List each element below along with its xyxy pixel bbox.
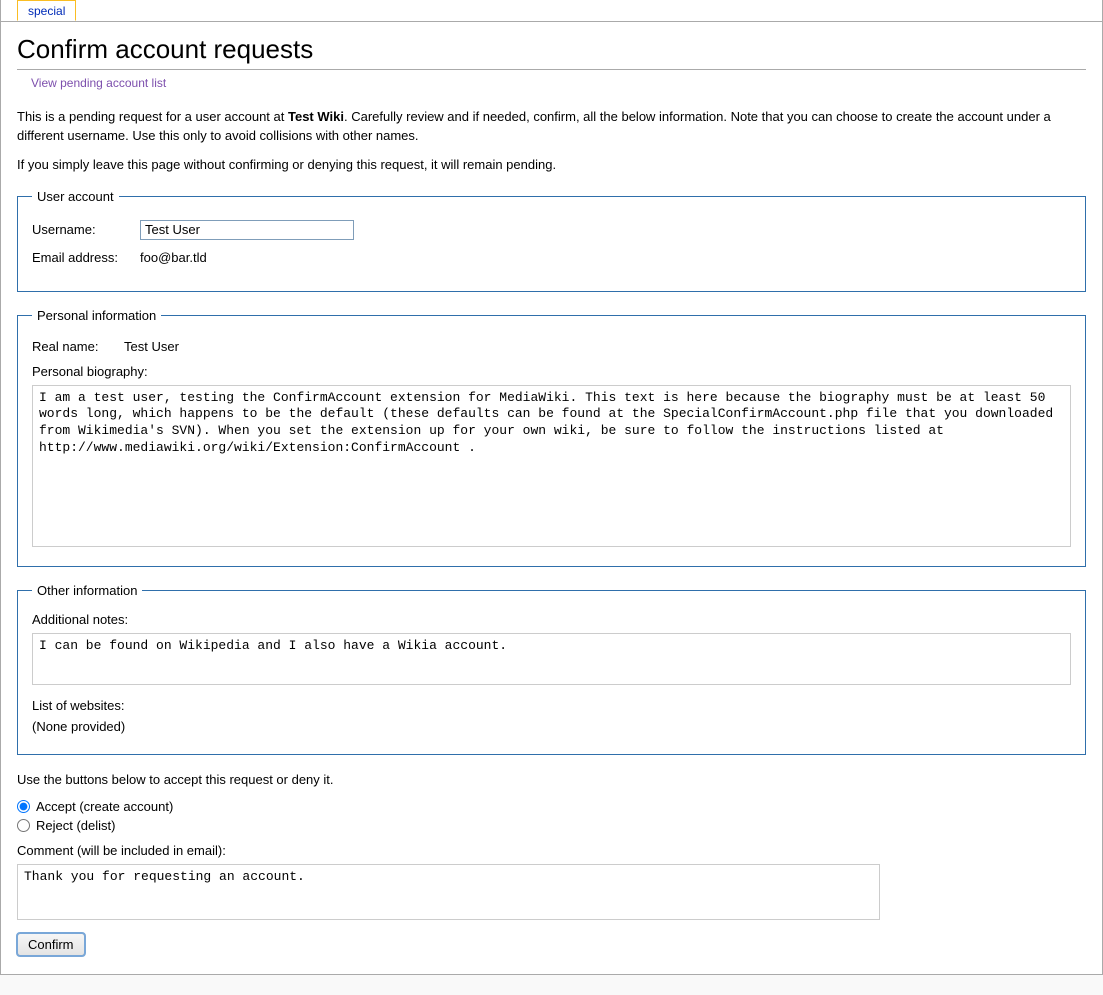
- other-info-fieldset: Other information Additional notes: List…: [17, 583, 1086, 755]
- page-title: Confirm account requests: [17, 34, 1086, 70]
- personal-info-legend: Personal information: [32, 308, 161, 323]
- personal-info-fieldset: Personal information Real name: Test Use…: [17, 308, 1086, 567]
- tab-special[interactable]: special: [17, 0, 76, 21]
- intro-paragraph-2: If you simply leave this page without co…: [17, 156, 1086, 175]
- action-instruction: Use the buttons below to accept this req…: [17, 771, 1086, 790]
- reject-radio[interactable]: [17, 819, 30, 832]
- websites-value: (None provided): [32, 719, 1071, 734]
- notes-label: Additional notes:: [32, 612, 1071, 627]
- wiki-name: Test Wiki: [288, 109, 344, 124]
- websites-label: List of websites:: [32, 698, 1071, 713]
- email-value: foo@bar.tld: [140, 250, 207, 265]
- intro-paragraph-1: This is a pending request for a user acc…: [17, 108, 1086, 146]
- email-label: Email address:: [32, 250, 140, 265]
- user-account-legend: User account: [32, 189, 119, 204]
- realname-value: Test User: [124, 339, 179, 354]
- accept-label[interactable]: Accept (create account): [36, 799, 173, 814]
- comment-textarea[interactable]: [17, 864, 880, 920]
- accept-radio[interactable]: [17, 800, 30, 813]
- notes-textarea[interactable]: [32, 633, 1071, 685]
- view-pending-link[interactable]: View pending account list: [31, 76, 166, 90]
- username-label: Username:: [32, 222, 140, 237]
- user-account-fieldset: User account Username: Email address: fo…: [17, 189, 1086, 292]
- reject-label[interactable]: Reject (delist): [36, 818, 115, 833]
- comment-label: Comment (will be included in email):: [17, 843, 1086, 858]
- realname-label: Real name:: [32, 339, 124, 354]
- other-info-legend: Other information: [32, 583, 142, 598]
- bio-textarea[interactable]: [32, 385, 1071, 547]
- confirm-button[interactable]: Confirm: [17, 933, 85, 956]
- username-input[interactable]: [140, 220, 354, 240]
- bio-label: Personal biography:: [32, 364, 1071, 379]
